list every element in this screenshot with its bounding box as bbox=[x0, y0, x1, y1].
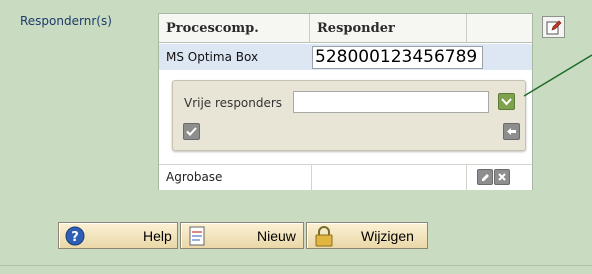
checkmark-icon bbox=[186, 127, 197, 136]
close-icon bbox=[498, 173, 506, 181]
grid-header: Procescomp. Responder bbox=[159, 14, 532, 43]
lock-icon bbox=[315, 226, 333, 247]
delete-row-button[interactable] bbox=[494, 169, 510, 185]
confirm-button[interactable] bbox=[183, 123, 200, 140]
nieuw-label: Nieuw bbox=[257, 228, 296, 244]
cell-divider bbox=[311, 165, 312, 190]
edit-icon bbox=[546, 20, 562, 34]
arrow-left-icon bbox=[507, 128, 516, 135]
cell-procescomp: Agrobase bbox=[166, 170, 223, 184]
column-header-responder[interactable]: Responder bbox=[310, 14, 465, 43]
cell-divider bbox=[466, 165, 467, 190]
bottom-divider bbox=[0, 265, 592, 266]
edit-row-button[interactable] bbox=[477, 169, 493, 185]
help-label: Help bbox=[143, 228, 172, 244]
new-document-icon bbox=[189, 226, 205, 246]
pencil-icon bbox=[481, 173, 489, 181]
edit-button[interactable] bbox=[542, 16, 565, 38]
wijzigen-label: Wijzigen bbox=[361, 228, 414, 244]
help-icon: ? bbox=[65, 226, 85, 246]
cell-procescomp: MS Optima Box bbox=[166, 50, 259, 64]
column-header-procescomp[interactable]: Procescomp. bbox=[159, 14, 309, 43]
back-button[interactable] bbox=[503, 123, 520, 140]
grid-row[interactable]: Agrobase bbox=[159, 164, 532, 190]
header-divider bbox=[466, 14, 467, 43]
grid-row-selected[interactable]: MS Optima Box 528000123456789 bbox=[159, 44, 532, 70]
responder-input[interactable]: 528000123456789 bbox=[312, 46, 483, 69]
vrije-responders-input[interactable] bbox=[293, 91, 489, 113]
vrije-responders-label: Vrije responders bbox=[184, 96, 283, 110]
nieuw-button[interactable]: Nieuw bbox=[180, 222, 304, 249]
respondernrs-label: Respondernr(s) bbox=[20, 14, 112, 28]
help-button[interactable]: ? Help bbox=[58, 222, 178, 249]
dropdown-button[interactable] bbox=[498, 93, 515, 110]
chevron-down-icon bbox=[501, 98, 512, 106]
svg-text:?: ? bbox=[71, 230, 79, 245]
responder-grid: Procescomp. Responder MS Optima Box 5280… bbox=[158, 13, 533, 190]
wijzigen-button[interactable]: Wijzigen bbox=[306, 222, 428, 249]
vrije-responders-panel: Vrije responders bbox=[172, 80, 526, 151]
